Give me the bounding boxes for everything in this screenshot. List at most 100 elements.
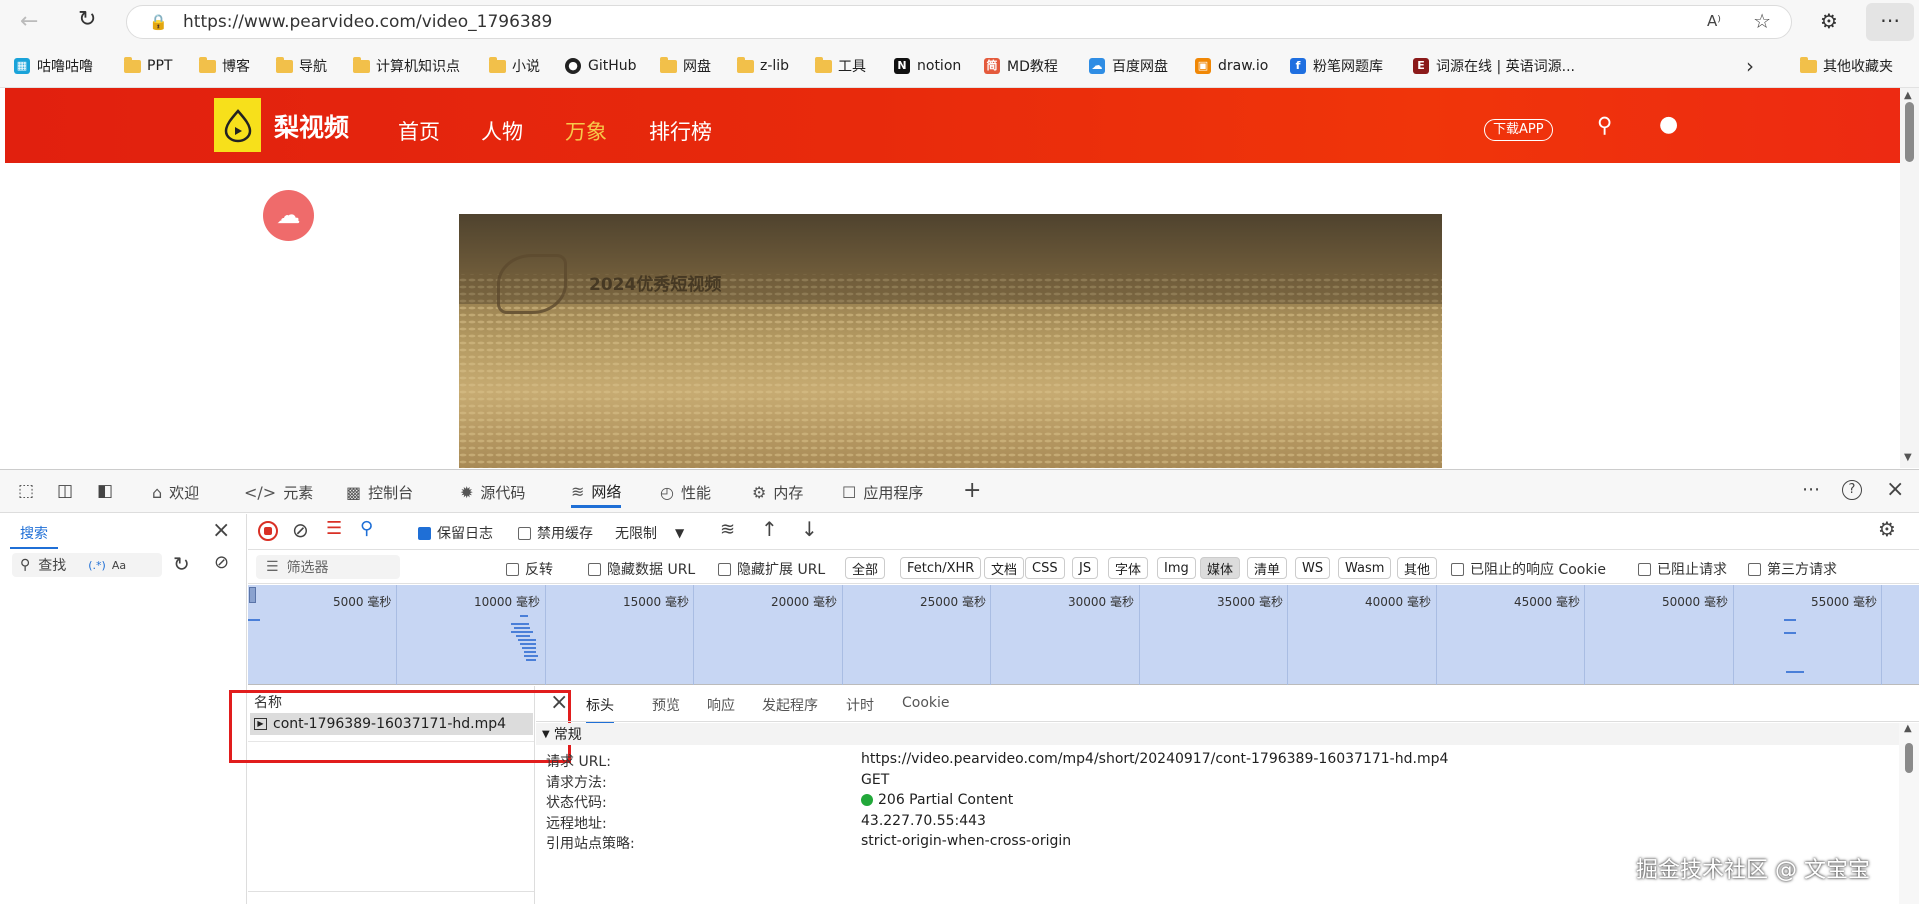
sidebar-toggle-icon[interactable]: ◧ <box>97 481 113 501</box>
detail-tab-timing[interactable]: 计时 <box>846 695 874 715</box>
detail-tab-cookie[interactable]: Cookie <box>902 695 950 711</box>
network-settings-icon[interactable]: ⚙ <box>1878 517 1896 541</box>
site-logo-text[interactable]: 梨视频 <box>274 108 349 144</box>
download-app-button[interactable]: 下载APP <box>1484 119 1553 141</box>
throttle-select[interactable]: 无限制 ▼ <box>615 523 684 543</box>
bookmark-11[interactable]: 简 MD教程 <box>984 54 1058 78</box>
close-search-icon[interactable]: × <box>212 518 230 543</box>
scroll-down-icon[interactable]: ▼ <box>1904 452 1912 463</box>
scroll-up-icon[interactable]: ▲ <box>1904 723 1912 734</box>
video-player[interactable]: 2024优秀短视频 <box>459 214 1442 468</box>
tab-memory[interactable]: ⚙ 内存 <box>752 482 803 503</box>
close-details-icon[interactable]: × <box>550 690 568 715</box>
search-icon[interactable]: ⚲ <box>1597 113 1612 137</box>
weibo-share-icon[interactable]: ☁ <box>263 190 314 241</box>
filter-toggle-icon[interactable]: ☰ <box>326 518 342 539</box>
scroll-thumb[interactable] <box>1905 743 1913 773</box>
page-scrollbar[interactable]: ▲ ▼ <box>1900 88 1919 468</box>
bookmark-3[interactable]: 导航 <box>276 54 327 78</box>
tab-sources[interactable]: ✹ 源代码 <box>460 482 525 503</box>
search-input[interactable]: ⚲ 查找 (.*) Aa <box>12 553 162 577</box>
type-all[interactable]: 全部 <box>845 557 886 579</box>
bookmark-10[interactable]: Nnotion <box>894 54 961 78</box>
type-js[interactable]: JS <box>1072 557 1099 579</box>
inspect-icon[interactable]: ⬚ <box>18 481 34 501</box>
back-icon[interactable]: ← <box>20 9 38 34</box>
timeline-overview[interactable]: 5000 毫秒 10000 毫秒 15000 毫秒 20000 毫秒 25000… <box>248 585 1919 685</box>
regex-icon[interactable]: (.*) <box>88 559 106 572</box>
favorite-star-icon[interactable]: ☆ <box>1753 9 1771 33</box>
scroll-up-icon[interactable]: ▲ <box>1904 90 1912 101</box>
bookmark-12[interactable]: ☁ 百度网盘 <box>1089 54 1168 78</box>
bookmark-6[interactable]: ● GitHub <box>565 54 637 78</box>
match-case-icon[interactable]: Aa <box>112 559 126 572</box>
extensions-icon[interactable]: ⚙ <box>1820 9 1838 33</box>
third-party-checkbox[interactable]: 第三方请求 <box>1748 559 1837 579</box>
url-field[interactable]: 🔒 https://www.pearvideo.com/video_179638… <box>126 5 1792 39</box>
type-manifest[interactable]: 清单 <box>1247 557 1288 579</box>
search-network-icon[interactable]: ⚲ <box>360 518 373 539</box>
type-other[interactable]: 其他 <box>1397 557 1438 579</box>
tab-network[interactable]: ≋ 网络 <box>571 478 622 508</box>
disable-cache-checkbox[interactable]: 禁用缓存 <box>518 523 593 543</box>
detail-tab-headers[interactable]: 标头 <box>586 695 614 724</box>
clear-icon[interactable]: ⊘ <box>292 518 309 542</box>
type-fetch-xhr[interactable]: Fetch/XHR <box>900 557 982 579</box>
type-doc[interactable]: 文档 <box>984 557 1025 579</box>
filter-input[interactable]: ☰ 筛选器 <box>256 555 400 579</box>
scroll-thumb[interactable] <box>1905 102 1914 162</box>
wifi-settings-icon[interactable]: ≋ <box>720 519 735 540</box>
detail-tab-initiator[interactable]: 发起程序 <box>762 695 818 715</box>
type-font[interactable]: 字体 <box>1108 557 1149 579</box>
detail-tab-response[interactable]: 响应 <box>707 695 735 715</box>
bookmark-0[interactable]: ▦ 咕噜咕噜 <box>14 54 93 78</box>
tab-elements[interactable]: </> 元素 <box>244 482 313 503</box>
type-css[interactable]: CSS <box>1025 557 1065 579</box>
bookmark-1[interactable]: PPT <box>124 54 172 78</box>
add-tab-icon[interactable]: + <box>963 478 981 503</box>
chevron-right-icon[interactable]: › <box>1746 54 1754 78</box>
hide-data-url-checkbox[interactable]: 隐藏数据 URL <box>588 559 695 579</box>
help-icon[interactable]: ? <box>1842 480 1862 500</box>
type-wasm[interactable]: Wasm <box>1338 557 1392 579</box>
tab-performance[interactable]: ◴ 性能 <box>660 482 711 503</box>
tab-console[interactable]: ▩ 控制台 <box>346 482 413 503</box>
bookmark-2[interactable]: 博客 <box>199 54 250 78</box>
close-devtools-icon[interactable]: × <box>1886 477 1904 502</box>
more-menu-button[interactable]: ⋯ <box>1866 3 1914 41</box>
more-tools-icon[interactable]: ⋯ <box>1802 479 1820 500</box>
bookmark-15[interactable]: E 词源在线 | 英语词源... <box>1413 54 1575 78</box>
invert-checkbox[interactable]: 反转 <box>506 559 553 579</box>
general-section-header[interactable]: ▼ 常规 <box>536 723 1899 745</box>
bookmark-other[interactable]: 其他收藏夹 <box>1800 54 1893 78</box>
type-ws[interactable]: WS <box>1295 557 1331 579</box>
tab-application[interactable]: ☐ 应用程序 <box>842 482 923 503</box>
site-logo-icon[interactable] <box>214 98 261 152</box>
blocked-cookies-checkbox[interactable]: 已阻止的响应 Cookie <box>1451 559 1606 579</box>
nav-ranking[interactable]: 排行榜 <box>649 116 712 146</box>
preserve-log-checkbox[interactable]: 保留日志 <box>418 523 493 543</box>
clear-search-icon[interactable]: ⊘ <box>214 552 229 573</box>
search-tab[interactable]: 搜索 <box>10 519 58 549</box>
nav-people[interactable]: 人物 <box>481 116 523 146</box>
bookmark-14[interactable]: f 粉笔网题库 <box>1290 54 1383 78</box>
hide-ext-url-checkbox[interactable]: 隐藏扩展 URL <box>718 559 825 579</box>
refresh-icon[interactable]: ↻ <box>78 7 96 32</box>
bookmark-4[interactable]: 计算机知识点 <box>353 54 460 78</box>
type-media[interactable]: 媒体 <box>1200 557 1241 579</box>
tab-welcome[interactable]: ⌂ 欢迎 <box>152 482 199 503</box>
details-scrollbar[interactable]: ▲ <box>1899 723 1919 904</box>
detail-tab-preview[interactable]: 预览 <box>652 695 680 715</box>
bookmark-5[interactable]: 小说 <box>489 54 540 78</box>
user-icon[interactable]: ● <box>1659 112 1678 137</box>
device-toggle-icon[interactable]: ◫ <box>57 481 73 501</box>
nav-wanxiang[interactable]: 万象 <box>565 116 607 146</box>
refresh-search-icon[interactable]: ↻ <box>173 552 190 576</box>
blocked-requests-checkbox[interactable]: 已阻止请求 <box>1638 559 1727 579</box>
bookmark-7[interactable]: 网盘 <box>660 54 711 78</box>
type-img[interactable]: Img <box>1157 557 1196 579</box>
export-har-icon[interactable]: ↓ <box>801 517 818 541</box>
bookmark-13[interactable]: ▣ draw.io <box>1195 54 1268 78</box>
bookmark-9[interactable]: 工具 <box>815 54 866 78</box>
import-har-icon[interactable]: ↑ <box>761 517 778 541</box>
